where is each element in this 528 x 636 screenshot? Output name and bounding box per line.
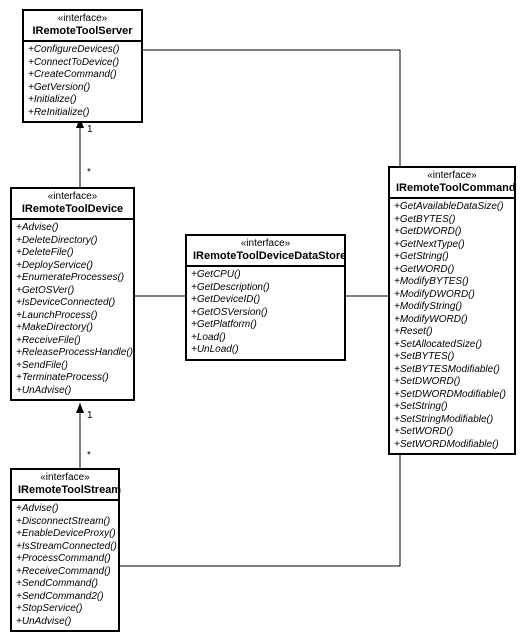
operation: +ModifyBYTES()	[394, 276, 510, 289]
operation: +TerminateProcess()	[16, 372, 129, 385]
operation: +ConnectToDevice()	[28, 57, 137, 70]
operation: +ReInitialize()	[28, 107, 137, 120]
operation: +GetVersion()	[28, 82, 137, 95]
operation: +Load()	[191, 332, 340, 345]
operation: +IsDeviceConnected()	[16, 297, 129, 310]
operation: +GetDescription()	[191, 282, 340, 295]
operation: +SendCommand()	[16, 578, 114, 591]
operation: +UnAdvise()	[16, 616, 114, 629]
interface-name: IRemoteToolDevice	[18, 203, 127, 216]
operation: +GetNextType()	[394, 239, 510, 252]
operation: +GetCPU()	[191, 269, 340, 282]
operation: +IsStreamConnected()	[16, 541, 114, 554]
stereotype: «interface»	[18, 472, 112, 484]
operation: +DeleteFile()	[16, 247, 129, 260]
operation: +SetString()	[394, 401, 510, 414]
box-server: «interface» IRemoteToolServer +Configure…	[22, 9, 143, 123]
operation: +GetWORD()	[394, 264, 510, 277]
operation: +GetDeviceID()	[191, 294, 340, 307]
operation: +Reset()	[394, 326, 510, 339]
operation: +SetWORD()	[394, 426, 510, 439]
box-datastore: «interface» IRemoteToolDeviceDataStore +…	[185, 234, 346, 361]
stereotype: «interface»	[30, 13, 135, 25]
operation: +GetOSVersion()	[191, 307, 340, 320]
operation: +DeployService()	[16, 260, 129, 273]
box-stream-header: «interface» IRemoteToolStream	[12, 470, 118, 501]
operation: +ReceiveCommand()	[16, 566, 114, 579]
operation: +UnLoad()	[191, 344, 340, 357]
interface-name: IRemoteToolCommand	[396, 182, 508, 195]
operation: +DeleteDirectory()	[16, 235, 129, 248]
operation: +SetBYTES()	[394, 351, 510, 364]
mult-server-many: *	[87, 167, 91, 178]
operation: +ReleaseProcessHandle()	[16, 347, 129, 360]
box-device: «interface» IRemoteToolDevice +Advise()+…	[10, 187, 135, 401]
operation: +ReceiveFile()	[16, 335, 129, 348]
operation: +UnAdvise()	[16, 385, 129, 398]
operation: +Advise()	[16, 222, 129, 235]
operation: +ConfigureDevices()	[28, 44, 137, 57]
stereotype: «interface»	[396, 170, 508, 182]
box-device-body: +Advise()+DeleteDirectory()+DeleteFile()…	[12, 220, 133, 399]
operation: +StopService()	[16, 603, 114, 616]
operation: +SetWORDModifiable()	[394, 439, 510, 452]
operation: +GetBYTES()	[394, 214, 510, 227]
operation: +ModifyDWORD()	[394, 289, 510, 302]
operation: +SetStringModifiable()	[394, 414, 510, 427]
operation: +SetDWORDModifiable()	[394, 389, 510, 402]
operation: +EnumerateProcesses()	[16, 272, 129, 285]
mult-device-one: 1	[87, 410, 93, 421]
operation: +ProcessCommand()	[16, 553, 114, 566]
box-server-header: «interface» IRemoteToolServer	[24, 11, 141, 42]
stereotype: «interface»	[193, 238, 338, 250]
operation: +LaunchProcess()	[16, 310, 129, 323]
operation: +SendFile()	[16, 360, 129, 373]
operation: +SetBYTESModifiable()	[394, 364, 510, 377]
box-command-body: +GetAvailableDataSize()+GetBYTES()+GetDW…	[390, 199, 514, 453]
operation: +GetString()	[394, 251, 510, 264]
box-stream: «interface» IRemoteToolStream +Advise()+…	[10, 468, 120, 632]
operation: +DisconnectStream()	[16, 516, 114, 529]
operation: +SetDWORD()	[394, 376, 510, 389]
box-command-header: «interface» IRemoteToolCommand	[390, 168, 514, 199]
operation: +EnableDeviceProxy()	[16, 528, 114, 541]
operation: +GetOSVer()	[16, 285, 129, 298]
operation: +SendCommand2()	[16, 591, 114, 604]
mult-device-many: *	[87, 450, 91, 461]
operation: +GetPlatform()	[191, 319, 340, 332]
box-device-header: «interface» IRemoteToolDevice	[12, 189, 133, 220]
box-stream-body: +Advise()+DisconnectStream()+EnableDevic…	[12, 501, 118, 630]
box-datastore-body: +GetCPU()+GetDescription()+GetDeviceID()…	[187, 267, 344, 359]
interface-name: IRemoteToolDeviceDataStore	[193, 250, 338, 263]
mult-server-one: 1	[87, 124, 93, 135]
operation: +CreateCommand()	[28, 69, 137, 82]
box-server-body: +ConfigureDevices()+ConnectToDevice()+Cr…	[24, 42, 141, 121]
stereotype: «interface»	[18, 191, 127, 203]
interface-name: IRemoteToolStream	[18, 484, 112, 497]
operation: +ModifyString()	[394, 301, 510, 314]
box-datastore-header: «interface» IRemoteToolDeviceDataStore	[187, 236, 344, 267]
box-command: «interface» IRemoteToolCommand +GetAvail…	[388, 166, 516, 455]
operation: +Initialize()	[28, 94, 137, 107]
uml-canvas: 1 * 1 * «interface» IRemoteToolServer +C…	[0, 0, 528, 636]
operation: +GetDWORD()	[394, 226, 510, 239]
operation: +Advise()	[16, 503, 114, 516]
operation: +SetAllocatedSize()	[394, 339, 510, 352]
interface-name: IRemoteToolServer	[30, 25, 135, 38]
operation: +GetAvailableDataSize()	[394, 201, 510, 214]
operation: +MakeDirectory()	[16, 322, 129, 335]
operation: +ModifyWORD()	[394, 314, 510, 327]
